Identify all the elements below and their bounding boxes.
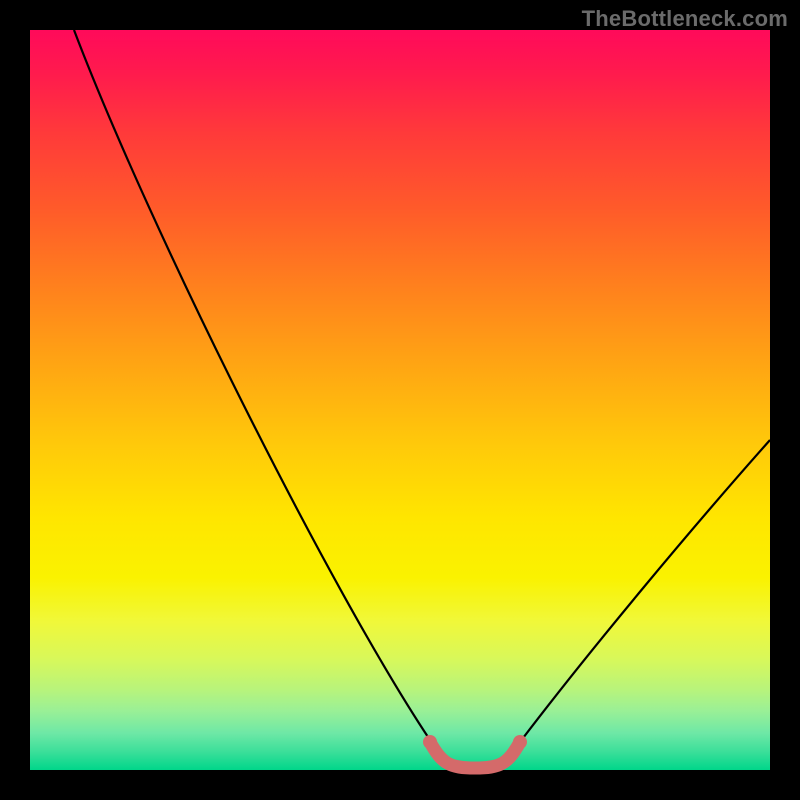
flat-minimum-highlight (430, 742, 520, 768)
watermark-text: TheBottleneck.com (582, 6, 788, 32)
bottleneck-curve (74, 30, 770, 768)
highlight-end-dot-right (513, 735, 527, 749)
highlight-end-dot-left (423, 735, 437, 749)
curve-layer (30, 30, 770, 770)
plot-area (30, 30, 770, 770)
chart-frame: TheBottleneck.com (0, 0, 800, 800)
